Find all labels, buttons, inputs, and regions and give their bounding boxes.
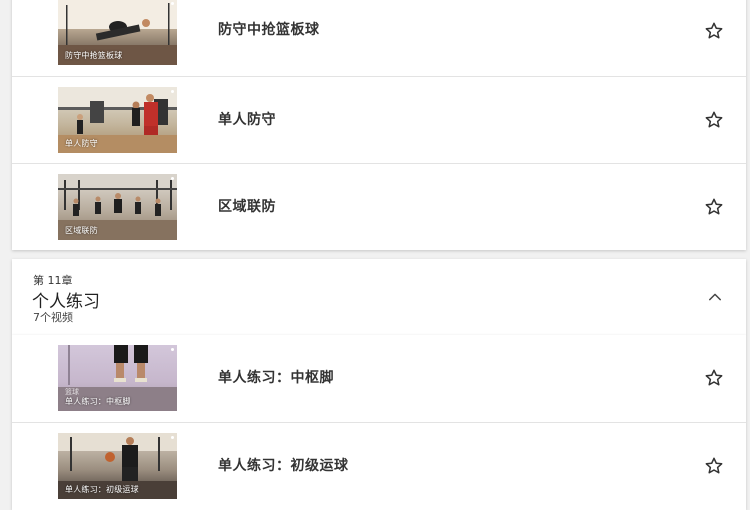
thumbnail-caption: 单人防守 <box>65 139 98 148</box>
chapter-header[interactable]: 第 11章 个人练习 7个视频 <box>12 259 746 335</box>
chapter-header-content: 第 11章 个人练习 7个视频 <box>12 259 746 335</box>
thumbnail-dot <box>171 2 174 5</box>
video-thumbnail[interactable]: 区域联防 <box>58 174 177 240</box>
video-thumbnail[interactable]: 篮球 单人练习：中枢脚 <box>58 345 177 411</box>
thumbnail-dot <box>171 348 174 351</box>
thumbnail-caption: 区域联防 <box>65 226 98 235</box>
thumbnail-caption: 防守中抢篮板球 <box>65 51 123 60</box>
video-item-pivot-foot[interactable]: 篮球 单人练习：中枢脚 单人练习：中枢脚 <box>12 335 746 421</box>
video-thumbnail[interactable]: 防守中抢篮板球 <box>58 0 177 65</box>
chevron-up-icon[interactable] <box>706 288 724 306</box>
video-title[interactable]: 单人练习：初级运球 <box>218 423 349 509</box>
star-outline-icon[interactable] <box>704 368 724 388</box>
chapter-video-count: 7个视频 <box>33 311 73 324</box>
video-list-card: 防守中抢篮板球 防守中抢篮板球 单人防守 单人防守 区域联防 区域联防 <box>12 0 746 250</box>
video-item-zone-defense[interactable]: 区域联防 区域联防 <box>12 163 746 250</box>
star-outline-icon[interactable] <box>704 197 724 217</box>
video-item-defensive-rebound[interactable]: 防守中抢篮板球 防守中抢篮板球 <box>12 0 746 75</box>
video-thumbnail[interactable]: 单人练习：初级运球 <box>58 433 177 499</box>
star-outline-icon[interactable] <box>704 456 724 476</box>
video-title[interactable]: 防守中抢篮板球 <box>218 0 320 73</box>
thumbnail-caption: 单人练习：中枢脚 <box>65 397 131 406</box>
star-outline-icon[interactable] <box>704 110 724 130</box>
video-title[interactable]: 区域联防 <box>218 164 276 250</box>
thumbnail-dot <box>171 436 174 439</box>
thumbnail-dot <box>171 90 174 93</box>
video-title[interactable]: 单人练习：中枢脚 <box>218 335 334 421</box>
chapter-number: 第 11章 <box>33 274 73 287</box>
video-item-basic-dribble[interactable]: 单人练习：初级运球 单人练习：初级运球 <box>12 422 746 509</box>
thumbnail-dot <box>171 177 174 180</box>
chapter-video-list: 篮球 单人练习：中枢脚 单人练习：中枢脚 单人练习：初级运球 单人练习：初级运球 <box>12 335 746 510</box>
video-item-man-defense[interactable]: 单人防守 单人防守 <box>12 76 746 163</box>
video-title[interactable]: 单人防守 <box>218 77 276 163</box>
thumbnail-caption: 单人练习：初级运球 <box>65 485 139 494</box>
video-thumbnail[interactable]: 单人防守 <box>58 87 177 153</box>
star-outline-icon[interactable] <box>704 21 724 41</box>
